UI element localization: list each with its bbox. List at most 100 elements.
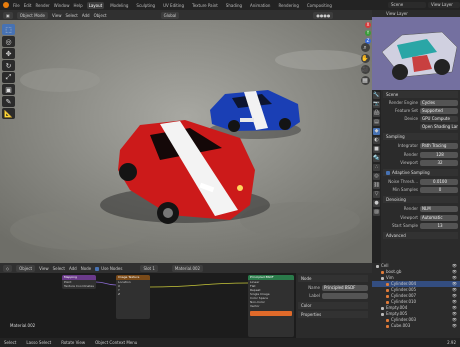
outliner-item[interactable]: Cube.003 👁 (372, 323, 460, 329)
image-texture-node[interactable]: Image Texture Location X Y Z (116, 275, 150, 319)
render-engine-field[interactable]: Cycles (420, 99, 458, 106)
menu-window[interactable]: Window (54, 3, 70, 8)
menu-file[interactable]: File (13, 3, 20, 8)
rotate-tool-icon[interactable]: ↻ (2, 60, 15, 71)
transform-tool-icon[interactable]: ▣ (2, 84, 15, 95)
node-panel-title[interactable]: Node (298, 275, 368, 282)
blender-logo-icon[interactable] (3, 2, 9, 8)
node-name-field[interactable]: Principled BSDF (322, 284, 368, 291)
workspace-tab-uv-editing[interactable]: UV Editing (161, 2, 186, 9)
modifier-tab-icon[interactable]: 🔩 (373, 155, 380, 162)
output-tab-icon[interactable]: 🖨 (373, 110, 380, 117)
workspace-tab-rendering[interactable]: Rendering (276, 2, 300, 9)
object-type-icon (376, 264, 379, 268)
select-tool-icon[interactable]: ⬚ (2, 24, 15, 35)
ne-menu-add[interactable]: Add (69, 266, 77, 271)
data-tab-icon[interactable]: ▽ (373, 191, 380, 198)
scene-tab-icon[interactable]: ◆ (373, 128, 380, 135)
scale-tool-icon[interactable]: ⤢ (2, 72, 15, 83)
navigation-gizmo[interactable]: X Y Z (343, 22, 371, 44)
render-tab-icon[interactable]: 📷 (373, 101, 380, 108)
constraints-tab-icon[interactable]: ⛓ (373, 182, 380, 189)
zoom-icon[interactable]: ⌕ (360, 43, 370, 52)
advanced-section[interactable]: Advanced (383, 232, 458, 239)
3d-viewport[interactable] (0, 20, 372, 263)
move-tool-icon[interactable]: ✥ (2, 48, 15, 59)
ne-editor-type-button[interactable]: ◇ (3, 264, 13, 272)
grid-icon[interactable]: ▦ (360, 76, 370, 85)
noise-field[interactable]: 0.0100 (420, 178, 458, 185)
viewport-menu-view[interactable]: View (52, 13, 62, 18)
properties-editor: 🔧 📷 🖨 ▤ ◆ ◐ ■ 🔩 ∴ ◎ ⛓ ▽ ● ▨ Scene Render… (372, 90, 460, 263)
node-label-field[interactable] (322, 292, 368, 299)
adaptive-sampling-section[interactable]: Adaptive Sampling (383, 169, 458, 176)
render-samples-field[interactable]: 128 (420, 151, 458, 158)
cursor-tool-icon[interactable]: ◎ (2, 36, 15, 47)
gizmo-y-axis[interactable]: Y (365, 30, 371, 36)
menu-edit[interactable]: Edit (24, 3, 32, 8)
view-layer-selector[interactable]: View Layer (428, 2, 460, 8)
material-preview-area[interactable]: View Layer (372, 10, 460, 90)
workspace-tab-modeling[interactable]: Modeling (108, 2, 130, 9)
ne-menu-view[interactable]: View (39, 266, 49, 271)
adaptive-checkbox[interactable] (386, 171, 390, 175)
workspace-tab-sculpting[interactable]: Sculpting (134, 2, 157, 9)
shading-system-row: Open Shading Language (383, 123, 458, 130)
viewport-menu-object[interactable]: Object (94, 13, 107, 18)
ne-object-selector[interactable]: Object (16, 264, 36, 272)
use-nodes-toggle[interactable]: Use Nodes (95, 266, 122, 271)
ne-menu-select[interactable]: Select (53, 266, 65, 271)
camera-icon[interactable]: 🎥 (360, 65, 370, 74)
workspace-tab-texture-paint[interactable]: Texture Paint (190, 2, 220, 9)
viewport-menu-select[interactable]: Select (65, 13, 77, 18)
status-rotate: Rotate View (61, 340, 86, 345)
mapping-node[interactable]: Mapping Point Texture Coordinates (62, 275, 96, 289)
view-layer-tab-icon[interactable]: ▤ (373, 119, 380, 126)
menu-render[interactable]: Render (35, 3, 49, 8)
device-field[interactable]: GPU Compute (420, 115, 458, 122)
viewport-samples-field[interactable]: 32 (420, 159, 458, 166)
object-tab-icon[interactable]: ■ (373, 146, 380, 153)
scene-selector[interactable]: Scene (388, 2, 426, 8)
pan-icon[interactable]: ✋ (360, 54, 370, 63)
feature-set-field[interactable]: Supported (420, 107, 458, 114)
annotate-tool-icon[interactable]: ✎ (2, 96, 15, 107)
object-type-icon (386, 288, 389, 292)
start-sample-field[interactable]: 13 (420, 222, 458, 229)
tool-tab-icon[interactable]: 🔧 (373, 92, 380, 99)
particles-tab-icon[interactable]: ∴ (373, 164, 380, 171)
denoise-render-field[interactable]: NLM (420, 205, 458, 212)
workspace-tab-compositing[interactable]: Compositing (305, 2, 334, 9)
min-samples-field[interactable]: 0 (420, 186, 458, 193)
material-tab-icon[interactable]: ● (373, 200, 380, 207)
menu-help[interactable]: Help (73, 3, 82, 8)
visibility-icon[interactable]: 👁 (452, 323, 460, 329)
principled-bsdf-node[interactable]: Principled BSDF Linear Flat Repeat Singl… (248, 275, 294, 337)
physics-tab-icon[interactable]: ◎ (373, 173, 380, 180)
workspace-tab-animation[interactable]: Animation (248, 2, 272, 9)
shading-mode-buttons[interactable]: ●●●● (313, 11, 334, 19)
slot-selector[interactable]: Slot 1 (140, 264, 158, 272)
workspace-tab-layout[interactable]: Layout (86, 1, 105, 9)
bsdf-color-swatch[interactable] (250, 311, 292, 316)
gizmo-x-axis[interactable]: X (365, 22, 371, 28)
workspace-tab-shading[interactable]: Shading (224, 2, 244, 9)
denoising-section[interactable]: Denoising (383, 196, 458, 203)
color-section[interactable]: Color (298, 302, 368, 309)
osl-toggle[interactable]: Open Shading Language (420, 123, 458, 130)
properties-section[interactable]: Properties (298, 311, 368, 318)
measure-tool-icon[interactable]: 📐 (2, 108, 15, 119)
world-tab-icon[interactable]: ◐ (373, 137, 380, 144)
sampling-section[interactable]: Sampling (383, 133, 458, 140)
preview-header: View Layer (372, 10, 460, 17)
integrator-field[interactable]: Path Tracing (420, 142, 458, 149)
texture-tab-icon[interactable]: ▨ (373, 209, 380, 216)
denoise-viewport-field[interactable]: Automatic (420, 214, 458, 221)
orientation-selector[interactable]: Global (160, 11, 180, 19)
render-samples-row: Render 128 (383, 151, 458, 158)
viewport-menu-add[interactable]: Add (82, 13, 90, 18)
editor-type-button[interactable]: ▣ (3, 11, 13, 19)
ne-menu-node[interactable]: Node (81, 266, 91, 271)
material-selector[interactable]: Material.002 (171, 264, 204, 272)
mode-selector[interactable]: Object Mode (16, 11, 48, 19)
